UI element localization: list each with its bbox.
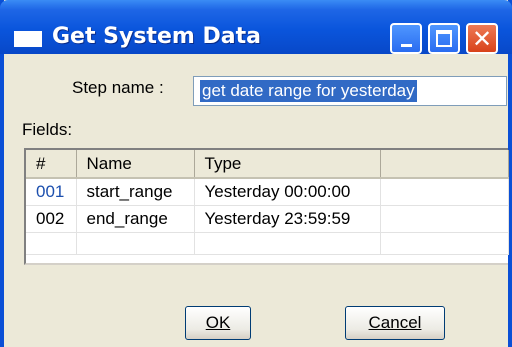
empty-cell[interactable]: [194, 232, 381, 255]
window-icon: [14, 31, 42, 47]
fields-table[interactable]: # Name Type 001 start_range Yesterday 00…: [24, 148, 509, 265]
ok-button[interactable]: OK: [185, 306, 251, 340]
close-icon: ✕: [471, 24, 493, 53]
row-number-cell[interactable]: 001: [26, 178, 77, 206]
step-name-input[interactable]: get date range for yesterday: [193, 76, 507, 106]
title-bar[interactable]: Get System Data ✕: [0, 0, 512, 54]
minimize-icon: [401, 44, 412, 47]
step-name-value: get date range for yesterday: [200, 80, 417, 102]
minimize-button[interactable]: [390, 23, 422, 54]
maximize-icon: [436, 30, 452, 47]
table-row[interactable]: 002 end_range Yesterday 23:59:59: [26, 205, 509, 233]
close-button[interactable]: ✕: [466, 23, 498, 54]
step-name-label: Step name :: [72, 78, 164, 97]
fields-label: Fields:: [22, 120, 73, 139]
table-row[interactable]: 001 start_range Yesterday 00:00:00: [26, 178, 509, 206]
dialog-window: Get System Data ✕ Step name : get date r…: [0, 0, 512, 347]
window-title: Get System Data: [52, 24, 261, 49]
maximize-button[interactable]: [428, 23, 460, 54]
type-cell[interactable]: Yesterday 23:59:59: [194, 205, 381, 233]
name-cell[interactable]: start_range: [76, 178, 195, 206]
empty-cell[interactable]: [380, 178, 509, 206]
row-number-cell[interactable]: 002: [26, 205, 77, 233]
column-header-type[interactable]: Type: [194, 150, 381, 179]
empty-cell[interactable]: [26, 232, 77, 255]
name-cell[interactable]: end_range: [76, 205, 195, 233]
table-header-row: # Name Type: [26, 150, 509, 179]
column-header-extra[interactable]: [380, 150, 509, 179]
column-header-number[interactable]: #: [26, 150, 77, 179]
cancel-button[interactable]: Cancel: [345, 306, 445, 340]
empty-cell[interactable]: [76, 232, 195, 255]
empty-cell[interactable]: [380, 205, 509, 233]
column-header-name[interactable]: Name: [76, 150, 195, 179]
empty-cell[interactable]: [380, 232, 509, 255]
table-row-empty[interactable]: [26, 232, 509, 255]
type-cell[interactable]: Yesterday 00:00:00: [194, 178, 381, 206]
